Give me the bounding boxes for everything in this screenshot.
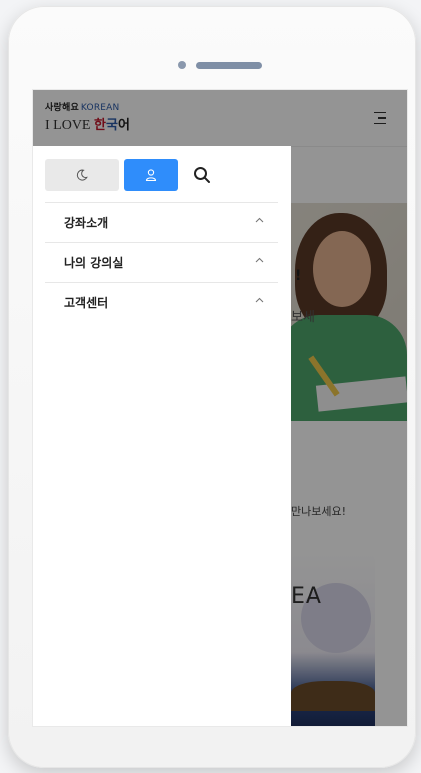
side-menu-drawer: 강좌소개 나의 강의실 고객센터 — [33, 146, 291, 726]
menu-item-course-intro[interactable]: 강좌소개 — [45, 202, 278, 242]
speaker-grill — [196, 62, 262, 69]
screen: 사랑해요 KOREAN I LOVE 한국어 ! 보세 만나보세요! EA 강좌… — [33, 90, 407, 726]
search-icon — [194, 167, 210, 183]
search-button[interactable] — [190, 163, 214, 187]
menu-item-customer-center[interactable]: 고객센터 — [45, 282, 278, 322]
menu-item-label: 강좌소개 — [64, 216, 109, 230]
menu-item-my-classroom[interactable]: 나의 강의실 — [45, 242, 278, 282]
chevron-up-icon[interactable] — [255, 297, 264, 303]
chevron-up-icon[interactable] — [255, 257, 264, 263]
moon-icon — [76, 169, 88, 181]
theme-toggle-button[interactable] — [45, 159, 119, 191]
menu-item-label: 고객센터 — [64, 296, 109, 310]
user-icon — [145, 169, 157, 182]
phone-frame: 사랑해요 KOREAN I LOVE 한국어 ! 보세 만나보세요! EA 강좌… — [8, 6, 416, 768]
user-button[interactable] — [124, 159, 178, 191]
menu-item-label: 나의 강의실 — [64, 256, 124, 270]
chevron-up-icon[interactable] — [255, 217, 264, 223]
camera-dot — [178, 61, 186, 69]
drawer-menu: 강좌소개 나의 강의실 고객센터 — [45, 202, 278, 322]
